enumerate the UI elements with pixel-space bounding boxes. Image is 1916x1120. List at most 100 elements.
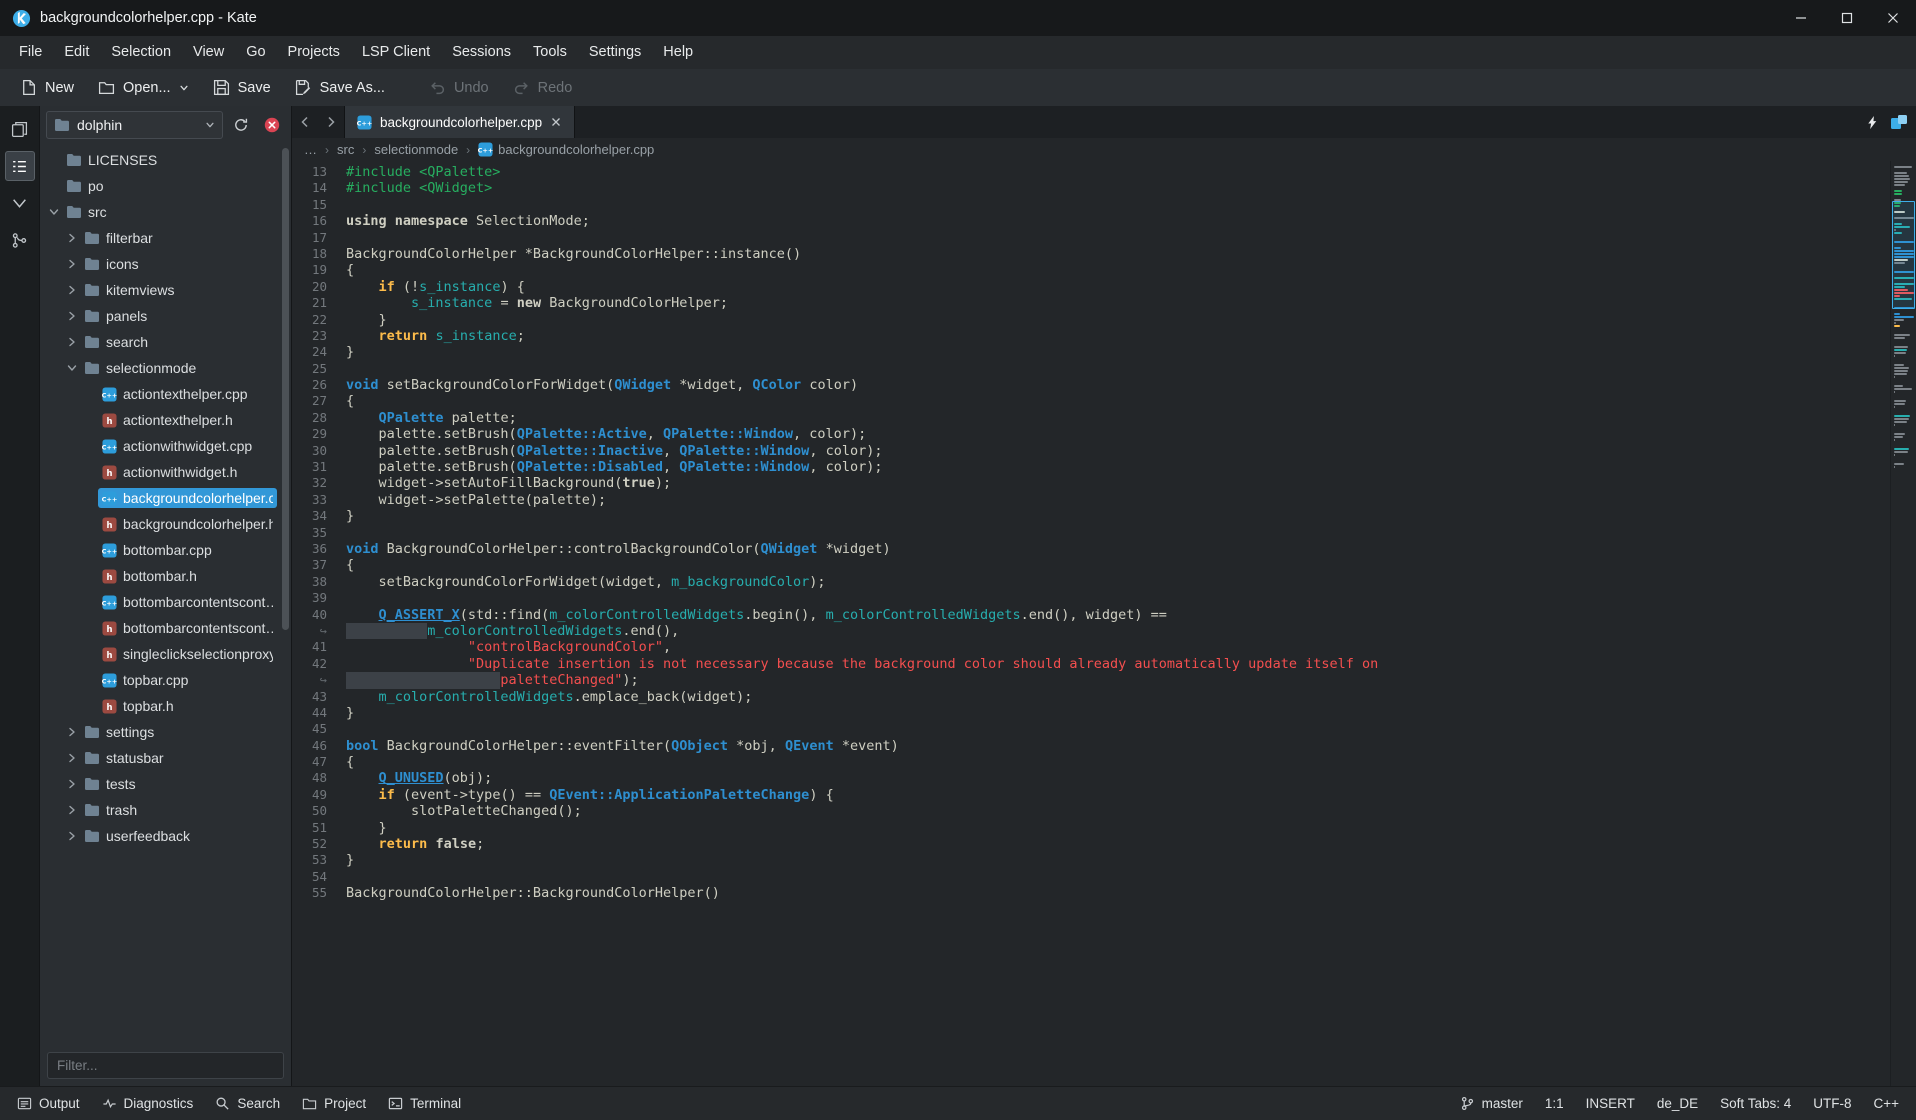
expander-chevron-right-icon[interactable] (64, 232, 80, 244)
project-combo[interactable]: dolphin (46, 111, 223, 139)
sidebar-tool-symbols[interactable] (5, 188, 35, 218)
tab-close-icon[interactable] (550, 116, 562, 128)
expander-chevron-down-icon[interactable] (64, 362, 80, 374)
tree-item-panels[interactable]: panels (40, 303, 291, 329)
filter-input[interactable] (47, 1052, 284, 1079)
code-line-36[interactable]: 36void BackgroundColorHelper::controlBac… (292, 541, 1890, 557)
code-line-32[interactable]: 32 widget->setAutoFillBackground(true); (292, 475, 1890, 491)
menu-selection[interactable]: Selection (100, 36, 182, 69)
tab-back-button[interactable] (292, 106, 318, 138)
breadcrumb-src[interactable]: src (337, 142, 354, 157)
code-line-42[interactable]: 42 "Duplicate insertion is not necessary… (292, 656, 1890, 672)
code-line-22[interactable]: 22 } (292, 312, 1890, 328)
status-encoding[interactable]: UTF-8 (1802, 1087, 1862, 1120)
code-line-24[interactable]: 24} (292, 344, 1890, 360)
code-line-52[interactable]: 52 return false; (292, 836, 1890, 852)
code-line-23[interactable]: 23 return s_instance; (292, 328, 1890, 344)
code-line-28[interactable]: 28 QPalette palette; (292, 410, 1890, 426)
code-line-19[interactable]: 19{ (292, 262, 1890, 278)
code-line-13[interactable]: 13#include <QPalette> (292, 164, 1890, 180)
expander-chevron-right-icon[interactable] (64, 830, 80, 842)
code-line-55[interactable]: 55BackgroundColorHelper::BackgroundColor… (292, 885, 1890, 901)
sidebar-tool-git[interactable] (5, 225, 35, 255)
status-project[interactable]: Project (291, 1087, 377, 1120)
tree-item-bottombarcontentscont[interactable]: hbottombarcontentscont… (40, 615, 291, 641)
tree-item-icons[interactable]: icons (40, 251, 291, 277)
status-highlighting-mode[interactable]: C++ (1862, 1087, 1910, 1120)
status-cursor-position[interactable]: 1:1 (1534, 1087, 1575, 1120)
toolbar-save-as-button[interactable]: Save As... (285, 73, 395, 103)
menu-tools[interactable]: Tools (522, 36, 578, 69)
expander-chevron-right-icon[interactable] (64, 284, 80, 296)
status-git-branch[interactable]: master (1449, 1087, 1534, 1120)
status-tab-settings[interactable]: Soft Tabs: 4 (1709, 1087, 1802, 1120)
code-line-41[interactable]: 41 "controlBackgroundColor", (292, 639, 1890, 655)
sidebar-tool-documents[interactable] (5, 114, 35, 144)
minimap-viewport[interactable] (1892, 201, 1915, 309)
tree-item-bottombarcontentscont[interactable]: C++bottombarcontentscont… (40, 589, 291, 615)
menu-lsp-client[interactable]: LSP Client (351, 36, 441, 69)
tree-item-singleclickselectionproxy[interactable]: hsingleclickselectionproxy… (40, 641, 291, 667)
tree-item-bottombar-cpp[interactable]: C++bottombar.cpp (40, 537, 291, 563)
code-line-45[interactable]: 45 (292, 721, 1890, 737)
status-search[interactable]: Search (204, 1087, 291, 1120)
expander-chevron-right-icon[interactable] (64, 752, 80, 764)
tree-item-filterbar[interactable]: filterbar (40, 225, 291, 251)
status-terminal[interactable]: Terminal (377, 1087, 472, 1120)
status-input-mode[interactable]: INSERT (1575, 1087, 1646, 1120)
toolbar-save-button[interactable]: Save (203, 73, 281, 103)
tree-item-actionwithwidget-cpp[interactable]: C++actionwithwidget.cpp (40, 433, 291, 459)
code-line-wrapped[interactable]: ↪paletteChanged"); (292, 672, 1890, 688)
code-line-34[interactable]: 34} (292, 508, 1890, 524)
expander-chevron-down-icon[interactable] (46, 206, 62, 218)
menu-sessions[interactable]: Sessions (441, 36, 522, 69)
code-line-43[interactable]: 43 m_colorControlledWidgets.emplace_back… (292, 689, 1890, 705)
status-dictionary[interactable]: de_DE (1646, 1087, 1709, 1120)
tree-item-settings[interactable]: settings (40, 719, 291, 745)
expander-chevron-right-icon[interactable] (64, 258, 80, 270)
code-line-38[interactable]: 38 setBackgroundColorForWidget(widget, m… (292, 574, 1890, 590)
tree-item-actiontexthelper-cpp[interactable]: C++actiontexthelper.cpp (40, 381, 291, 407)
code-line-31[interactable]: 31 palette.setBrush(QPalette::Disabled, … (292, 459, 1890, 475)
code-line-49[interactable]: 49 if (event->type() == QEvent::Applicat… (292, 787, 1890, 803)
tree-item-backgroundcolorhelper-h[interactable]: hbackgroundcolorhelper.h (40, 511, 291, 537)
sidebar-tool-project[interactable] (5, 151, 35, 181)
minimap[interactable] (1890, 161, 1916, 1086)
minimize-button[interactable] (1778, 0, 1824, 36)
status-output[interactable]: Output (6, 1087, 91, 1120)
tree-scrollbar[interactable] (282, 148, 289, 630)
breadcrumb-backgroundcolorhelper-cpp[interactable]: C++backgroundcolorhelper.cpp (478, 142, 654, 157)
expander-chevron-right-icon[interactable] (64, 778, 80, 790)
toolbar-undo-button[interactable]: Undo (419, 73, 499, 103)
expander-chevron-right-icon[interactable] (64, 726, 80, 738)
code-line-25[interactable]: 25 (292, 361, 1890, 377)
tree-item-search[interactable]: search (40, 329, 291, 355)
code-line-46[interactable]: 46bool BackgroundColorHelper::eventFilte… (292, 738, 1890, 754)
code-line-35[interactable]: 35 (292, 525, 1890, 541)
quick-actions-lightning-icon[interactable] (1865, 115, 1880, 130)
tree-item-topbar-h[interactable]: htopbar.h (40, 693, 291, 719)
tree-item-statusbar[interactable]: statusbar (40, 745, 291, 771)
toolbar-open-button[interactable]: Open... (88, 73, 199, 103)
tree-item-actionwithwidget-h[interactable]: hactionwithwidget.h (40, 459, 291, 485)
tree-item-actiontexthelper-h[interactable]: hactiontexthelper.h (40, 407, 291, 433)
tree-item-trash[interactable]: trash (40, 797, 291, 823)
maximize-button[interactable] (1824, 0, 1870, 36)
code-lines[interactable]: 13#include <QPalette>14#include <QWidget… (292, 161, 1890, 1086)
code-line-20[interactable]: 20 if (!s_instance) { (292, 279, 1890, 295)
code-line-54[interactable]: 54 (292, 869, 1890, 885)
code-line-47[interactable]: 47{ (292, 754, 1890, 770)
tree-item-licenses[interactable]: LICENSES (40, 147, 291, 173)
tree-item-kitemviews[interactable]: kitemviews (40, 277, 291, 303)
expander-chevron-right-icon[interactable] (64, 310, 80, 322)
code-line-18[interactable]: 18BackgroundColorHelper *BackgroundColor… (292, 246, 1890, 262)
code-line-50[interactable]: 50 slotPaletteChanged(); (292, 803, 1890, 819)
code-line-33[interactable]: 33 widget->setPalette(palette); (292, 492, 1890, 508)
tree-item-tests[interactable]: tests (40, 771, 291, 797)
toolbar-redo-button[interactable]: Redo (503, 73, 583, 103)
menu-view[interactable]: View (182, 36, 235, 69)
code-line-17[interactable]: 17 (292, 230, 1890, 246)
code-line-29[interactable]: 29 palette.setBrush(QPalette::Active, QP… (292, 426, 1890, 442)
tree-item-po[interactable]: po (40, 173, 291, 199)
tab-forward-button[interactable] (318, 106, 344, 138)
